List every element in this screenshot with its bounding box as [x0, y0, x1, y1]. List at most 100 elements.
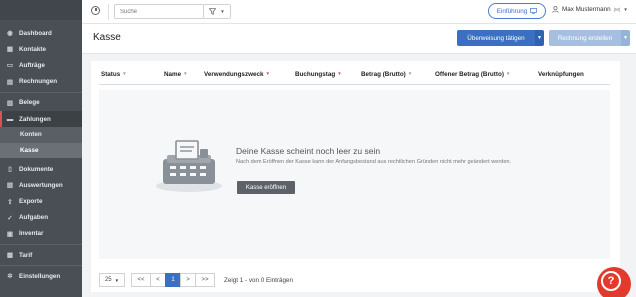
- transfer-dropdown-button[interactable]: ▼: [535, 30, 544, 46]
- sidebar-divider: [0, 244, 82, 246]
- sidebar-subitem-label: Kasse: [20, 146, 39, 154]
- filter-button[interactable]: ▼: [203, 4, 231, 19]
- table-header: Status ▼ Name ▼ Verwendungszweck ▼ Buchungs…: [99, 67, 610, 85]
- column-label: Offener Betrag (Brutto): [435, 71, 504, 78]
- sidebar-subitem-label: Konten: [20, 131, 42, 139]
- page-title: Kasse: [93, 32, 121, 43]
- last-page-button[interactable]: >>: [195, 273, 215, 287]
- intro-button[interactable]: Einführung: [488, 3, 546, 19]
- column-amount[interactable]: Betrag (Brutto) ▼: [361, 71, 412, 78]
- page-size-value: 25: [104, 277, 112, 283]
- sidebar-item-label: Aufträge: [19, 61, 45, 69]
- main-panel: Status ▼ Name ▼ Verwendungszweck ▼ Buchungs…: [91, 61, 620, 292]
- search-input[interactable]: [114, 4, 204, 19]
- sort-icon: ▼: [122, 71, 127, 76]
- sidebar-item-belege[interactable]: ▥ Belege: [0, 95, 82, 111]
- contacts-icon: ▦: [6, 46, 14, 54]
- help-button[interactable]: ?: [597, 267, 631, 297]
- sidebar-item-label: Einstellungen: [19, 272, 61, 280]
- tariff-icon: ▩: [6, 252, 14, 260]
- orders-icon: ▭: [6, 62, 14, 70]
- sidebar-item-label: Dokumente: [19, 165, 54, 173]
- question-icon: ?: [601, 271, 621, 291]
- reports-icon: ▧: [6, 182, 14, 190]
- prev-page-button[interactable]: <: [150, 273, 166, 287]
- top-bar: ▼ Einführung Max Mustermann (M) ▼: [82, 0, 636, 24]
- open-register-button[interactable]: Kasse eröffnen: [237, 181, 295, 194]
- pagination-info: Zeigt 1 - von 0 Einträgen: [224, 276, 293, 284]
- clock-icon[interactable]: [91, 6, 100, 15]
- settings-icon: ✲: [7, 273, 13, 281]
- intro-button-label: Einführung: [496, 7, 528, 15]
- sort-icon: ▼: [183, 71, 188, 76]
- monitor-icon: [530, 8, 538, 14]
- sidebar-item-exporte[interactable]: ⇪ Exporte: [0, 194, 82, 210]
- column-label: Name: [164, 71, 182, 78]
- chevron-down-icon: ▼: [114, 277, 120, 283]
- sidebar-item-kontakte[interactable]: ▦ Kontakte: [0, 41, 82, 57]
- sidebar-item-inventar[interactable]: ▣ Inventar: [0, 226, 82, 242]
- sidebar-item-label: Auswertungen: [19, 181, 63, 189]
- create-invoice-button[interactable]: Rechnung erstellen: [549, 30, 621, 46]
- create-invoice-dropdown-button[interactable]: ▼: [621, 30, 630, 46]
- empty-state-subtitle: Nach dem Eröffnen der Kasse kann der Anf…: [236, 159, 512, 165]
- sidebar-item-label: Belege: [19, 99, 40, 107]
- sidebar-subitem-konten[interactable]: Konten: [0, 127, 82, 143]
- column-purpose[interactable]: Verwendungszweck ▼: [204, 71, 270, 78]
- sidebar: ◉ Dashboard ▦ Kontakte ▭ Aufträge ▤ Rechnung…: [0, 0, 82, 297]
- sidebar-item-auftraege[interactable]: ▭ Aufträge: [0, 57, 82, 73]
- sidebar-subitem-kasse[interactable]: Kasse: [0, 142, 82, 159]
- sidebar-item-dokumente[interactable]: ▯ Dokumente: [0, 161, 82, 177]
- sidebar-divider: [0, 265, 82, 267]
- user-suffix: (M): [613, 7, 621, 12]
- current-page-button[interactable]: 1: [165, 273, 181, 287]
- page-header: Kasse Überweisung tätigen ▼ Rechnung ers…: [82, 24, 636, 54]
- transfer-button[interactable]: Überweisung tätigen: [457, 30, 535, 46]
- sidebar-item-label: Exporte: [19, 198, 43, 206]
- sort-icon: ▼: [265, 71, 270, 76]
- payments-icon: ▬: [6, 115, 14, 123]
- invoices-icon: ▤: [6, 78, 14, 86]
- chevron-down-icon: ▼: [623, 7, 628, 12]
- sidebar-item-auswertungen[interactable]: ▧ Auswertungen: [0, 177, 82, 193]
- sidebar-item-label: Tarif: [19, 251, 33, 259]
- user-menu[interactable]: Max Mustermann (M) ▼: [552, 6, 628, 13]
- sidebar-item-rechnungen[interactable]: ▤ Rechnungen: [0, 74, 82, 90]
- documents-icon: ▯: [8, 166, 12, 174]
- sidebar-item-tarif[interactable]: ▩ Tarif: [0, 247, 82, 263]
- cash-register-icon: [156, 140, 222, 192]
- tasks-icon: ✓: [7, 214, 13, 222]
- column-links: Verknüpfungen: [538, 71, 584, 78]
- user-icon: [552, 6, 559, 13]
- pagination: 25 ▼ << < 1 > >> Zeigt 1 - von 0 Einträg…: [99, 273, 293, 287]
- chevron-down-icon: ▼: [537, 35, 542, 41]
- sort-icon: ▼: [337, 71, 342, 76]
- sidebar-header: [0, 0, 82, 20]
- first-page-button[interactable]: <<: [131, 273, 151, 287]
- sidebar-item-label: Kontakte: [19, 45, 46, 53]
- next-page-button[interactable]: >: [180, 273, 196, 287]
- sidebar-item-einstellungen[interactable]: ✲ Einstellungen: [0, 268, 82, 284]
- sidebar-item-label: Zahlungen: [19, 115, 51, 123]
- sidebar-item-aufgaben[interactable]: ✓ Aufgaben: [0, 210, 82, 226]
- empty-state-title: Deine Kasse scheint noch leer zu sein: [236, 146, 381, 156]
- column-name[interactable]: Name ▼: [164, 71, 188, 78]
- sort-icon: ▼: [505, 71, 511, 76]
- dashboard-icon: ◉: [7, 30, 13, 38]
- chevron-down-icon: ▼: [623, 35, 628, 41]
- page-size-select[interactable]: 25 ▼: [99, 273, 125, 287]
- sidebar-item-dashboard[interactable]: ◉ Dashboard: [0, 25, 82, 41]
- sidebar-item-zahlungen[interactable]: ▬ Zahlungen: [0, 110, 82, 128]
- empty-state: Deine Kasse scheint noch leer zu sein Na…: [99, 90, 610, 259]
- user-name: Max Mustermann: [562, 6, 611, 13]
- sidebar-item-label: Dashboard: [19, 29, 52, 37]
- column-booking-date[interactable]: Buchungstag ▼: [295, 71, 342, 78]
- column-status[interactable]: Status ▼: [101, 71, 127, 78]
- sidebar-item-label: Rechnungen: [19, 78, 58, 86]
- column-open-amount[interactable]: Offener Betrag (Brutto) ▼: [435, 71, 510, 78]
- column-label: Buchungstag: [295, 71, 336, 78]
- sidebar-divider: [0, 91, 82, 93]
- receipts-icon: ▥: [6, 99, 14, 107]
- export-icon: ⇪: [7, 198, 13, 206]
- column-label: Betrag (Brutto): [361, 71, 406, 78]
